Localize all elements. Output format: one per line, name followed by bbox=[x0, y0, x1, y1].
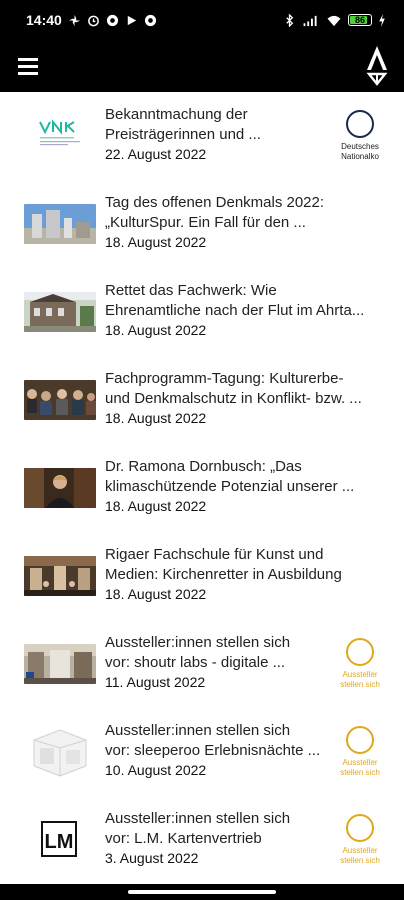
alarm-icon bbox=[87, 15, 99, 26]
play-icon bbox=[127, 15, 136, 25]
list-item[interactable]: Fachprogramm-Tagung: Kulturerbe- und Den… bbox=[0, 366, 404, 452]
item-thumbnail bbox=[24, 380, 96, 420]
list-item[interactable]: Rettet das Fachwerk: Wie Ehrenamtliche n… bbox=[0, 278, 404, 364]
category-badge: Deutsches Nationalko bbox=[330, 110, 390, 162]
list-item[interactable]: Dr. Ramona Dornbusch: „Das klimaschützen… bbox=[0, 454, 404, 540]
category-badge: Aussteller stellen sich bbox=[330, 638, 390, 690]
item-title: Tag des offenen Denkmals 2022: „KulturSp… bbox=[105, 194, 325, 231]
home-indicator[interactable] bbox=[128, 890, 276, 894]
list-item[interactable]: Aussteller:innen stellen sich vor: shout… bbox=[0, 630, 404, 716]
record-icon bbox=[144, 14, 156, 26]
lm-logo-thumbnail: LM bbox=[24, 816, 96, 862]
item-thumbnail bbox=[24, 292, 96, 332]
item-thumbnail bbox=[24, 644, 96, 684]
item-date: 18. August 2022 bbox=[105, 586, 207, 602]
item-title: Fachprogramm-Tagung: Kulturerbe- und Den… bbox=[105, 370, 362, 407]
category-badge: Aussteller stellen sich bbox=[330, 814, 390, 866]
status-bar: 14:40 86 bbox=[0, 0, 404, 40]
status-system-icons: 86 bbox=[283, 13, 386, 27]
status-time: 14:40 bbox=[26, 12, 62, 28]
item-thumbnail bbox=[24, 724, 96, 780]
status-notification-icons bbox=[68, 14, 157, 27]
list-item[interactable]: Tag des offenen Denkmals 2022: „KulturSp… bbox=[0, 190, 404, 276]
badge-circle-icon bbox=[346, 110, 374, 138]
svg-text:LM: LM bbox=[45, 831, 74, 853]
item-date: 18. August 2022 bbox=[105, 234, 207, 250]
hamburger-menu-icon[interactable] bbox=[14, 52, 44, 80]
item-thumbnail bbox=[24, 556, 96, 596]
wifi-icon bbox=[327, 15, 341, 26]
fan-icon bbox=[68, 14, 80, 26]
system-navigation-bar bbox=[0, 884, 404, 900]
bluetooth-icon bbox=[286, 13, 294, 27]
item-title: Dr. Ramona Dornbusch: „Das klimaschützen… bbox=[105, 458, 355, 495]
category-badge: Aussteller stellen sich bbox=[330, 726, 390, 778]
item-date: 18. August 2022 bbox=[105, 410, 207, 426]
list-item[interactable]: Aussteller:innen stellen sich vor: sleep… bbox=[0, 718, 404, 804]
item-date: 18. August 2022 bbox=[105, 498, 207, 514]
item-date: 18. August 2022 bbox=[105, 322, 207, 338]
battery-icon: 86 bbox=[348, 14, 372, 26]
battery-percent: 86 bbox=[354, 15, 365, 25]
news-list: Bekanntmachung der Preisträgerinnen und … bbox=[0, 92, 404, 884]
badge-circle-icon bbox=[346, 638, 374, 666]
item-title: Rettet das Fachwerk: Wie Ehrenamtliche n… bbox=[105, 282, 365, 319]
signal-icon bbox=[303, 15, 317, 26]
badge-circle-icon bbox=[346, 726, 374, 754]
list-item[interactable]: LM Aussteller:innen stellen sich vor: L.… bbox=[0, 806, 404, 884]
item-thumbnail bbox=[24, 468, 96, 508]
item-thumbnail bbox=[24, 204, 96, 244]
record-icon bbox=[106, 14, 118, 26]
list-item[interactable]: Rigaer Fachschule für Kunst und Medien: … bbox=[0, 542, 404, 628]
app-bar bbox=[0, 40, 404, 92]
list-item[interactable]: Bekanntmachung der Preisträgerinnen und … bbox=[0, 102, 404, 188]
vnk-logo-thumbnail bbox=[24, 112, 96, 152]
item-title: Rigaer Fachschule für Kunst und Medien: … bbox=[105, 546, 342, 583]
app-logo-icon[interactable] bbox=[364, 44, 390, 86]
badge-circle-icon bbox=[346, 814, 374, 842]
charging-icon bbox=[379, 13, 385, 27]
